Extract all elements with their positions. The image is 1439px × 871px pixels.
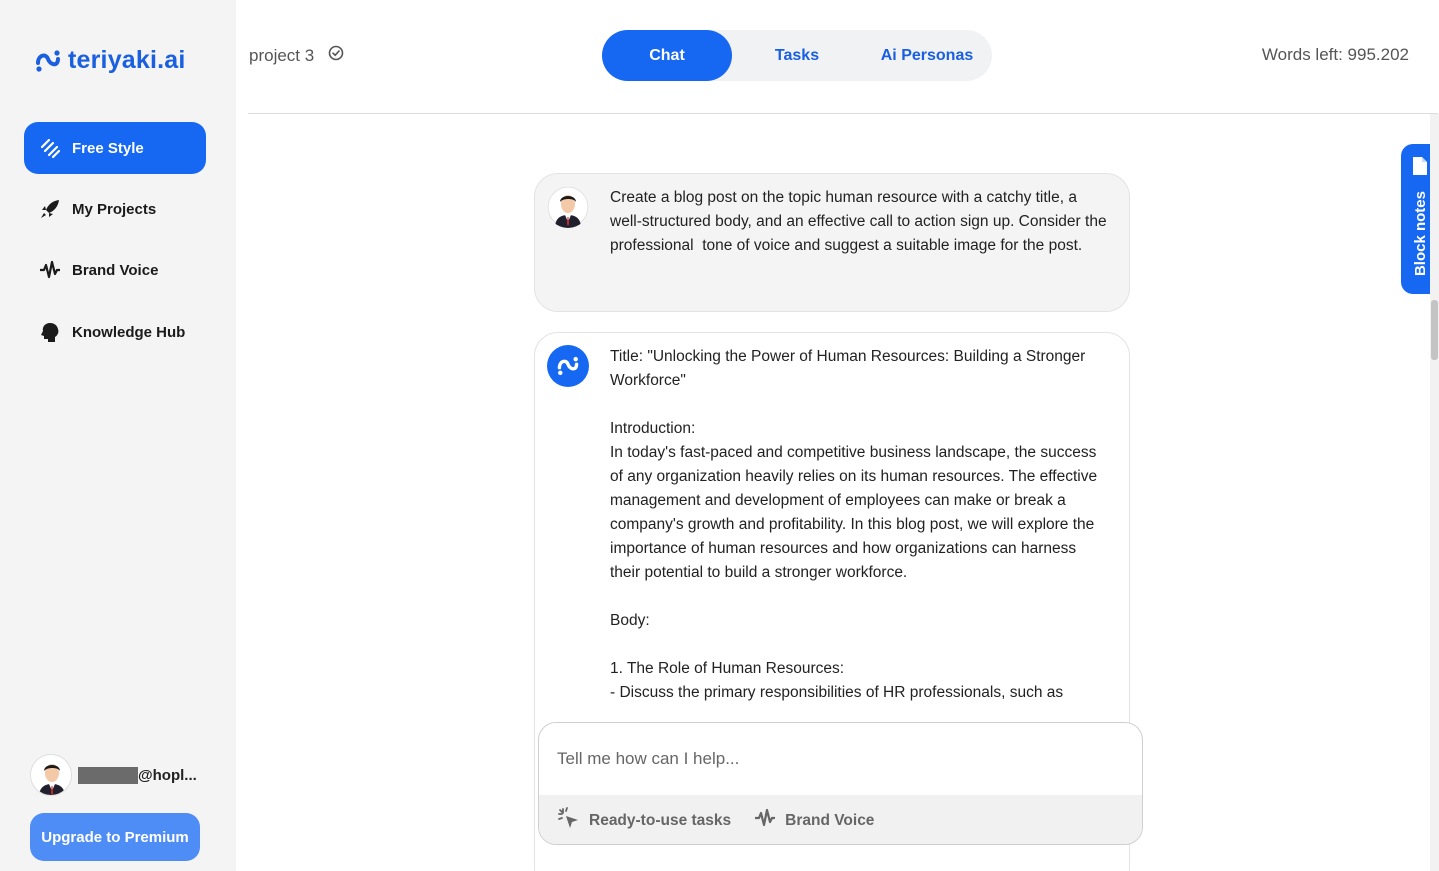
upgrade-button[interactable]: Upgrade to Premium [30,813,200,861]
composer-toolbar: Ready-to-use tasks Brand Voice [539,795,1142,844]
user-avatar [547,186,589,228]
sparkle-cursor-icon [557,806,581,835]
rocket-icon [38,197,62,221]
scrollbar-thumb[interactable] [1431,300,1438,360]
tab-ai-personas[interactable]: Ai Personas [862,30,992,81]
assistant-section-heading: 1. The Role of Human Resources: [610,660,845,677]
user-email: @hopl... [138,766,197,784]
brand-voice-button[interactable]: Brand Voice [753,807,874,834]
sidebar-item-knowledge-hub[interactable]: Knowledge Hub [24,306,206,358]
brand-logo[interactable]: teriyaki.ai [34,46,186,75]
avatar [30,754,72,796]
sidebar-item-brand-voice[interactable]: Brand Voice [24,244,206,296]
scrollbar[interactable] [1430,114,1439,871]
assistant-body-heading: Body: [610,612,650,629]
tool-label: Ready-to-use tasks [589,811,732,829]
message-input[interactable] [539,723,1142,795]
check-circle-icon[interactable] [328,45,344,66]
free-style-icon [38,136,62,160]
sidebar-item-label: Free Style [72,139,144,157]
sidebar-item-label: Knowledge Hub [72,323,186,341]
tab-chat[interactable]: Chat [602,30,732,81]
waveform-icon [38,258,62,282]
logo-icon [36,49,60,72]
user-profile[interactable]: @hopl... [30,754,197,796]
block-notes-label: Block notes [1411,191,1429,277]
header-divider [248,113,1438,114]
assistant-title: Title: "Unlocking the Power of Human Res… [610,348,1090,389]
ready-to-use-tasks-button[interactable]: Ready-to-use tasks [557,806,731,835]
brand-name: teriyaki.ai [68,46,186,74]
assistant-avatar [547,345,589,387]
redacted-username [78,766,138,784]
head-icon [38,320,62,344]
user-message-text: Create a blog post on the topic human re… [610,189,1111,254]
assistant-intro-text: In today's fast-paced and competitive bu… [610,444,1102,581]
message-composer: Ready-to-use tasks Brand Voice [538,722,1143,845]
document-icon [1411,156,1429,181]
sidebar-item-my-projects[interactable]: My Projects [24,183,206,235]
sidebar-item-label: Brand Voice [72,261,159,279]
assistant-bullet: - Discuss the primary responsibilities o… [610,684,1064,701]
user-message: Create a blog post on the topic human re… [534,173,1130,312]
main-tabs: Chat Tasks Ai Personas [602,30,992,81]
tool-label: Brand Voice [785,811,875,829]
project-title-group: project 3 [249,45,344,66]
logo-icon [557,356,579,376]
assistant-intro-heading: Introduction: [610,420,696,437]
waveform-icon [753,807,777,834]
sidebar: teriyaki.ai Free Style My Projects Brand… [0,0,236,871]
words-left-counter: Words left: 995.202 [1261,45,1409,64]
project-name[interactable]: project 3 [249,46,314,66]
sidebar-item-label: My Projects [72,200,157,218]
tab-tasks[interactable]: Tasks [732,30,862,81]
sidebar-item-free-style[interactable]: Free Style [24,122,206,174]
